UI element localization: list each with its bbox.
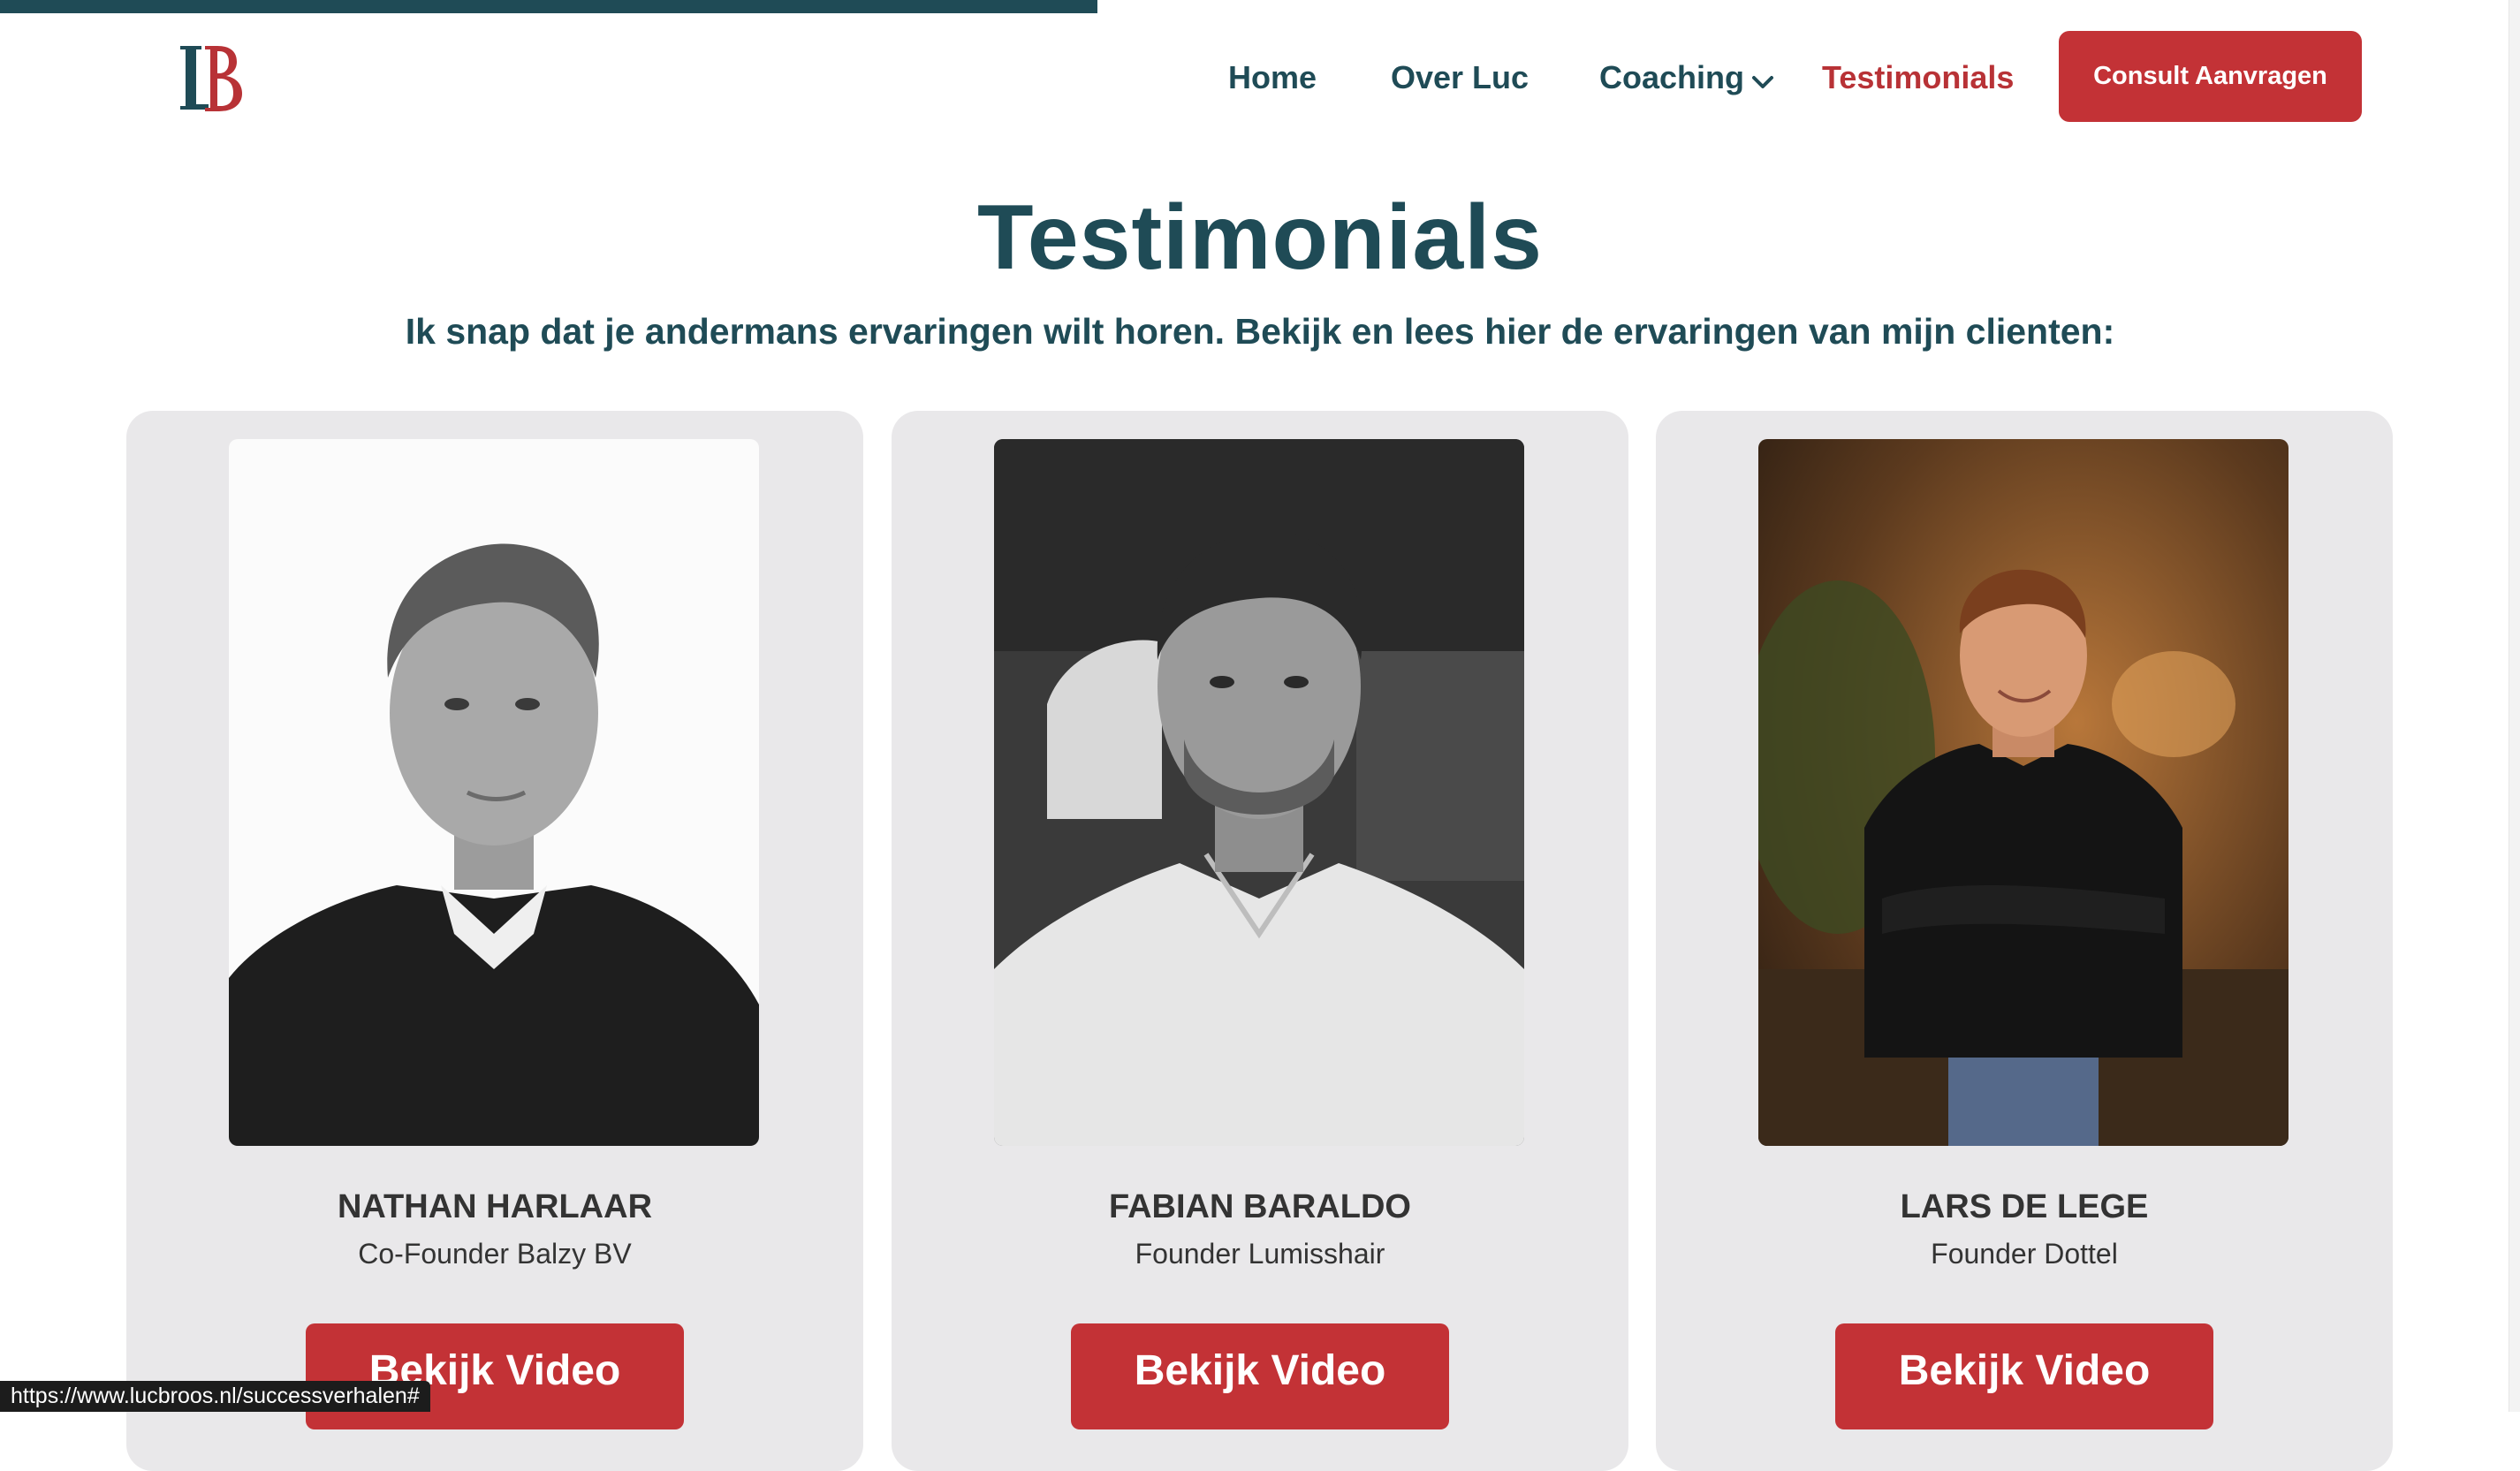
testimonial-role: Co-Founder Balzy BV <box>358 1238 632 1270</box>
scroll-progress-bar <box>0 0 1097 13</box>
bekijk-video-button[interactable]: Bekijk Video <box>1071 1323 1449 1429</box>
testimonial-name: NATHAN HARLAAR <box>337 1188 653 1225</box>
chevron-down-icon <box>1751 57 1774 102</box>
status-bar-url: https://www.lucbroos.nl/successverhalen# <box>0 1381 430 1412</box>
testimonial-card: FABIAN BARALDO Founder Lumisshair Bekijk… <box>892 411 1628 1471</box>
logo-mark <box>180 46 242 111</box>
nav-coaching[interactable]: Coaching <box>1599 55 1774 101</box>
testimonial-name: FABIAN BARALDO <box>1109 1188 1411 1225</box>
testimonial-photo <box>229 439 759 1146</box>
bekijk-video-button[interactable]: Bekijk Video <box>306 1323 684 1429</box>
testimonial-name: LARS DE LEGE <box>1900 1188 2149 1225</box>
nav-over-luc[interactable]: Over Luc <box>1391 55 1529 101</box>
nav-home[interactable]: Home <box>1228 55 1317 101</box>
testimonial-role: Founder Dottel <box>1931 1238 2118 1270</box>
nav-testimonials[interactable]: Testimonials <box>1822 55 2014 101</box>
bekijk-video-button[interactable]: Bekijk Video <box>1835 1323 2213 1429</box>
testimonial-photo <box>994 439 1524 1146</box>
consult-aanvragen-button[interactable]: Consult Aanvragen <box>2059 31 2362 122</box>
testimonial-card: LARS DE LEGE Founder Dottel Bekijk Video <box>1656 411 2393 1471</box>
testimonial-card: NATHAN HARLAAR Co-Founder Balzy BV Bekij… <box>126 411 863 1471</box>
testimonial-role: Founder Lumisshair <box>1135 1238 1385 1270</box>
page-title: Testimonials <box>976 186 1543 289</box>
testimonial-photo <box>1758 439 2288 1146</box>
page-subtitle: Ik snap dat je andermans ervaringen wilt… <box>405 311 2115 352</box>
logo[interactable] <box>173 41 244 117</box>
nav-coaching-label: Coaching <box>1599 59 1745 95</box>
